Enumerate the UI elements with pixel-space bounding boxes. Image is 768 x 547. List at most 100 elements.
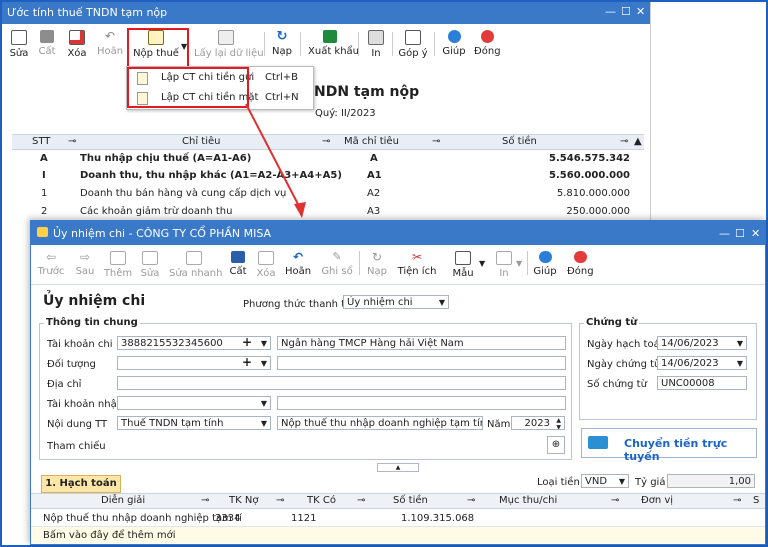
voucher-date-field[interactable]: 14/06/2023 ▼	[657, 356, 747, 370]
reload-data-button[interactable]: Lấy lại dữ liệu	[194, 26, 264, 66]
payment-description-field[interactable]: Nộp thuế thu nhập doanh nghiệp tạm tính …	[277, 416, 483, 430]
minimize-icon[interactable]: —	[605, 5, 616, 18]
scroll-up-icon[interactable]: ▲	[634, 136, 642, 147]
toolbar-divider	[392, 32, 393, 56]
filter-icon[interactable]: ⊸	[322, 136, 330, 147]
close-icon	[480, 30, 494, 43]
save-button[interactable]: Cất	[227, 249, 249, 279]
posting-date-field[interactable]: 14/06/2023 ▼	[657, 336, 747, 350]
table-row[interactable]: 1 Doanh thu bán hàng và cung cấp dịch vụ…	[12, 185, 644, 201]
table-row[interactable]: Nộp thuế thu nhập doanh nghiệp tạm tí 33…	[31, 510, 765, 527]
close-window-icon[interactable]: ✕	[636, 5, 645, 18]
post-icon: ✎	[332, 250, 342, 263]
chevron-down-icon: ▼	[260, 419, 267, 428]
table-row[interactable]: A Thu nhập chịu thuế (A=A1-A6) A 5.546.5…	[12, 150, 644, 166]
reference-search-icon[interactable]: ⊕	[547, 436, 565, 454]
stepper-icon[interactable]: ▲ ▼	[556, 417, 561, 429]
post-button[interactable]: ✎ Ghi sổ	[321, 249, 353, 279]
report-quarter: Quý: II/2023	[315, 108, 376, 119]
filter-icon[interactable]: ⊸	[467, 495, 475, 506]
exchange-rate-field[interactable]: 1,00	[667, 474, 755, 488]
quick-edit-icon	[186, 251, 202, 265]
export-button[interactable]: Xuất khẩu	[308, 26, 359, 66]
filter-icon[interactable]: ⊸	[357, 495, 365, 506]
prev-button[interactable]: ⇦ Trước	[37, 249, 65, 279]
filter-icon[interactable]: ⊸	[432, 136, 440, 147]
payee-name-field[interactable]	[277, 356, 566, 370]
chevron-down-icon: ▼	[260, 399, 267, 408]
payment-content-select[interactable]: Thuế TNDN tạm tính ▼	[117, 416, 271, 430]
edit-button[interactable]: Sửa	[139, 249, 161, 279]
refresh-button[interactable]: ↻ Nạp	[365, 249, 389, 279]
refresh-icon: ↻	[276, 29, 288, 44]
maximize-icon[interactable]: ☐	[621, 5, 631, 18]
refresh-icon: ↻	[371, 250, 383, 264]
page-title: Ủy nhiệm chi	[43, 293, 146, 309]
voucher-number-field[interactable]: UNC00008	[657, 376, 747, 390]
add-icon[interactable]: +	[242, 357, 252, 369]
close-button[interactable]: Đóng	[474, 26, 501, 66]
general-info-heading: Thông tin chung	[44, 317, 140, 328]
template-button[interactable]: Mẫu	[449, 249, 477, 279]
print-button[interactable]: In	[366, 26, 386, 66]
address-field[interactable]	[117, 376, 566, 390]
undo-button[interactable]: ↶ Hoãn	[96, 26, 124, 66]
close-button[interactable]: Đóng	[567, 249, 594, 279]
collapse-handle[interactable]: ▲	[377, 463, 419, 472]
close-window-icon[interactable]: ✕	[751, 227, 760, 240]
voucher-heading: Chứng từ	[584, 317, 640, 328]
app-icon	[37, 227, 48, 237]
help-button[interactable]: Giúp	[533, 249, 557, 279]
edit-button[interactable]: Sửa	[8, 26, 30, 66]
refresh-button[interactable]: ↻ Nạp	[270, 26, 294, 66]
minimize-icon[interactable]: —	[719, 227, 730, 240]
filter-icon[interactable]: ⊸	[68, 136, 76, 147]
print-icon	[496, 251, 512, 265]
payee-select[interactable]: ▼ +	[117, 356, 271, 370]
filter-icon[interactable]: ⊸	[611, 495, 619, 506]
table-row[interactable]: 2 Các khoản giảm trừ doanh thu A3 250.00…	[12, 203, 644, 219]
quick-edit-button[interactable]: Sửa nhanh	[169, 249, 222, 279]
currency-select[interactable]: VND ▼	[581, 474, 629, 488]
delete-button[interactable]: Xóa	[255, 249, 277, 279]
filter-icon[interactable]: ⊸	[276, 495, 284, 506]
maximize-icon[interactable]: ☐	[735, 227, 745, 240]
back-window-title: Ước tính thuế TNDN tạm nộp	[7, 6, 168, 19]
utility-icon: ✂	[411, 250, 423, 264]
filter-icon[interactable]: ⊸	[733, 495, 741, 506]
add-icon[interactable]: +	[242, 337, 252, 349]
utility-button[interactable]: ✂ Tiện ích	[397, 249, 437, 279]
table-row[interactable]: I Doanh thu, thu nhập khác (A1=A2-A3+A4+…	[12, 167, 644, 183]
print-chevron-down-icon[interactable]: ▼	[516, 259, 522, 268]
feedback-button[interactable]: Góp ý	[398, 26, 428, 66]
filter-icon[interactable]: ⊸	[620, 136, 628, 147]
chevron-down-icon: ▼	[736, 359, 743, 368]
toolbar-divider	[359, 251, 360, 275]
chevron-down-icon: ▼	[618, 477, 625, 486]
payment-order-title: Ủy nhiệm chi - CÔNG TY CỔ PHẦN MISA	[53, 227, 272, 240]
add-button[interactable]: Thêm	[103, 249, 133, 279]
save-button[interactable]: Cất	[36, 26, 58, 66]
payment-order-titlebar: Ủy nhiệm chi - CÔNG TY CỔ PHẦN MISA — ☐ …	[31, 221, 765, 245]
online-transfer-button[interactable]: Chuyển tiền trực tuyến	[581, 428, 757, 463]
payment-method-select[interactable]: Ủy nhiệm chi ▼	[343, 295, 449, 309]
print-button[interactable]: In	[493, 249, 515, 279]
help-button[interactable]: Giúp	[442, 26, 466, 66]
template-icon	[455, 251, 471, 265]
add-row[interactable]: Bấm vào đây để thêm mới	[31, 527, 765, 543]
annotation-arrow	[245, 103, 306, 218]
year-stepper[interactable]: 2023 ▲ ▼	[511, 416, 565, 430]
bank-name-field[interactable]: Ngân hàng TMCP Hàng hải Việt Nam	[277, 336, 566, 350]
filter-icon[interactable]: ⊸	[201, 495, 209, 506]
tab-accounting[interactable]: 1. Hạch toán	[41, 475, 121, 493]
receiving-bank-field[interactable]	[277, 396, 566, 410]
next-icon: ⇨	[79, 250, 91, 264]
template-chevron-down-icon[interactable]: ▼	[479, 259, 485, 268]
toolbar-divider	[434, 32, 435, 56]
undo-button[interactable]: ↶ Hoãn	[283, 249, 313, 279]
delete-button[interactable]: Xóa	[64, 26, 90, 66]
excel-icon	[323, 30, 337, 43]
receiving-account-select[interactable]: ▼	[117, 396, 271, 410]
next-button[interactable]: ⇨ Sau	[73, 249, 97, 279]
paying-account-select[interactable]: 3888215532345600 ▼ +	[117, 336, 271, 350]
